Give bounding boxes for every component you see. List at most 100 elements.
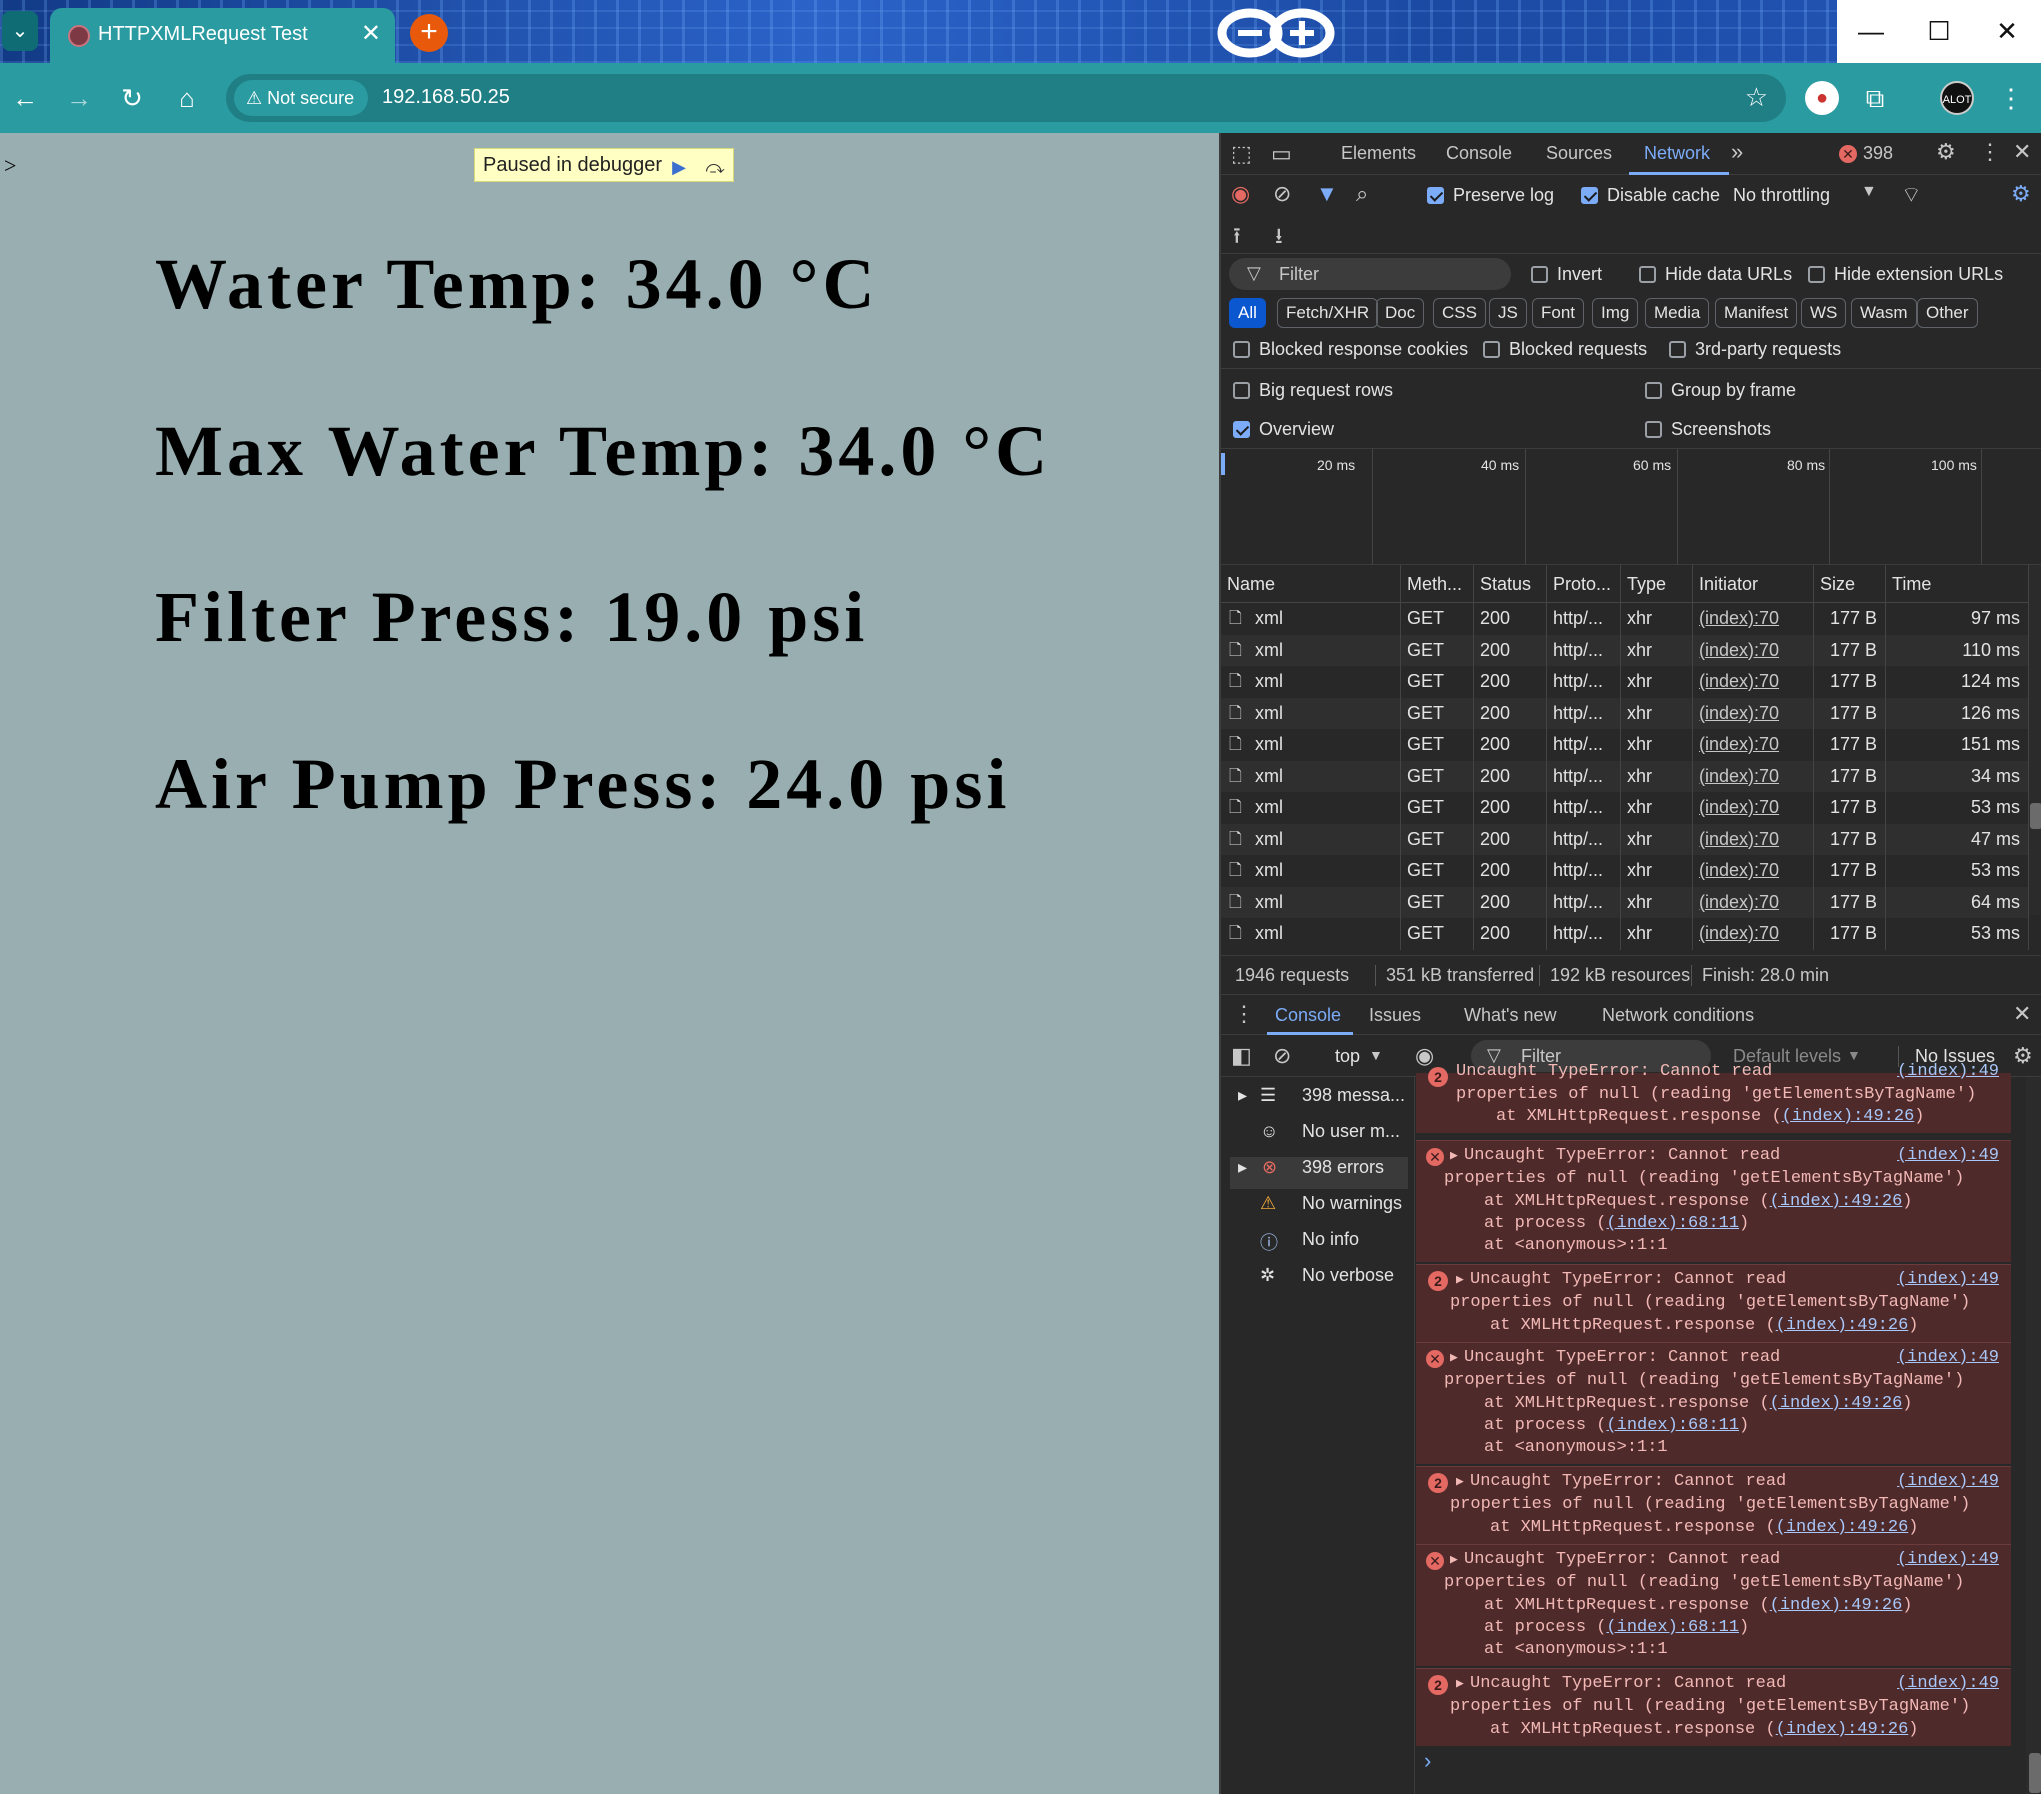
tab-network[interactable]: Network <box>1644 143 1710 164</box>
col-initiator[interactable]: Initiator <box>1693 565 1814 603</box>
col-method[interactable]: Meth... <box>1401 565 1474 603</box>
stack-link[interactable]: (index):49:26 <box>1770 1192 1903 1211</box>
cell-initiator[interactable]: (index):70 <box>1693 886 1814 918</box>
error-source-link[interactable]: (index):49 <box>1897 1061 1999 1084</box>
cell-initiator[interactable]: (index):70 <box>1693 603 1814 635</box>
back-icon[interactable]: ← <box>8 81 42 115</box>
third-party-checkbox[interactable] <box>1669 341 1686 358</box>
stack-link[interactable]: (index):49:26 <box>1782 1107 1915 1126</box>
forward-icon[interactable]: → <box>62 81 96 115</box>
expand-triangle-icon[interactable]: ▶ <box>1450 1347 1458 1370</box>
col-type[interactable]: Type <box>1621 565 1693 603</box>
menu-kebab-icon[interactable]: ⋮ <box>1994 81 2028 115</box>
step-over-icon[interactable]: ⤼ <box>699 151 731 179</box>
expand-triangle-icon[interactable]: ▶ <box>1450 1549 1458 1572</box>
drawer-tab-network-conditions[interactable]: Network conditions <box>1602 1005 1754 1026</box>
type-filter-media[interactable]: Media <box>1645 298 1710 328</box>
stack-link[interactable]: (index):68:11 <box>1606 1416 1739 1435</box>
table-row[interactable]: 🗋 xml GET 200 http/... xhr (index):70 177 B 64 m… <box>1221 886 2029 918</box>
device-toolbar-icon[interactable]: ▭ <box>1271 141 1292 167</box>
hide-data-urls-checkbox[interactable] <box>1639 266 1656 283</box>
profile-avatar[interactable]: ALOT <box>1940 81 1974 115</box>
tab-search-button[interactable]: ⌄ <box>2 11 38 51</box>
table-row[interactable]: 🗋 xml GET 200 http/... xhr (index):70 177 B 47 m… <box>1221 823 2029 855</box>
error-source-link[interactable]: (index):49 <box>1897 1673 1999 1696</box>
blocked-cookies-checkbox[interactable] <box>1233 341 1250 358</box>
tab-sources[interactable]: Sources <box>1546 143 1612 164</box>
extensions-puzzle-icon[interactable]: ⧉ <box>1858 81 1892 115</box>
table-scrollbar-thumb[interactable] <box>2030 803 2041 829</box>
cell-initiator[interactable]: (index):70 <box>1693 760 1814 792</box>
table-row[interactable]: 🗋 xml GET 200 http/... xhr (index):70 177 B 53 m… <box>1221 792 2029 824</box>
console-error-message[interactable]: ✕ ▶ Uncaught TypeError: Cannot read (index)… <box>1416 1140 2011 1262</box>
tab-console[interactable]: Console <box>1446 143 1512 164</box>
type-filter-wasm[interactable]: Wasm <box>1851 298 1917 328</box>
console-prompt[interactable]: › <box>1424 1748 1431 1774</box>
levels-dropdown-icon[interactable]: ▼ <box>1847 1047 1861 1063</box>
drawer-tab-issues[interactable]: Issues <box>1369 1005 1421 1026</box>
drawer-tab-console[interactable]: Console <box>1275 1005 1341 1026</box>
security-chip[interactable]: ⚠ Not secure <box>234 80 369 116</box>
expand-arrow-icon[interactable]: ▸ <box>1238 1157 1247 1178</box>
table-row[interactable]: 🗋 xml GET 200 http/... xhr (index):70 177 B 34 m… <box>1221 760 2029 792</box>
bookmark-star-icon[interactable]: ☆ <box>1745 82 1768 113</box>
expand-triangle-icon[interactable]: ▶ <box>1450 1145 1458 1168</box>
timeline-left-handle[interactable] <box>1221 453 1225 475</box>
col-protocol[interactable]: Proto... <box>1547 565 1621 603</box>
filter-input[interactable]: ▽ Filter <box>1229 258 1511 290</box>
type-filter-img[interactable]: Img <box>1592 298 1639 328</box>
console-error-message[interactable]: 2 ▶ Uncaught TypeError: Cannot read (index)… <box>1416 1264 2011 1342</box>
console-error-message[interactable]: ✕ ▶ Uncaught TypeError: Cannot read (index)… <box>1416 1342 2011 1464</box>
network-overview-timeline[interactable]: 20 ms 40 ms 60 ms 80 ms 100 ms <box>1221 449 2041 565</box>
stack-link[interactable]: (index):49:26 <box>1776 1316 1909 1335</box>
clear-console-icon[interactable]: ⊘ <box>1273 1043 1291 1069</box>
drawer-menu-icon[interactable]: ⋮ <box>1233 1001 1255 1027</box>
error-source-link[interactable]: (index):49 <box>1897 1347 1999 1370</box>
home-icon[interactable]: ⌂ <box>170 81 204 115</box>
import-har-icon[interactable]: ⭱ <box>1233 219 1241 257</box>
context-select[interactable]: top <box>1335 1046 1360 1067</box>
cell-initiator[interactable]: (index):70 <box>1693 823 1814 855</box>
context-dropdown-icon[interactable]: ▼ <box>1369 1047 1383 1063</box>
col-name[interactable]: Name <box>1221 565 1401 603</box>
cell-initiator[interactable]: (index):70 <box>1693 792 1814 824</box>
error-source-link[interactable]: (index):49 <box>1897 1549 1999 1572</box>
close-window-button[interactable]: ✕ <box>1973 0 2041 63</box>
tab-close-icon[interactable]: ✕ <box>361 19 381 48</box>
stack-link[interactable]: (index):68:11 <box>1606 1214 1739 1233</box>
cell-initiator[interactable]: (index):70 <box>1693 729 1814 761</box>
resume-icon[interactable]: ▶ <box>663 151 695 179</box>
more-tabs-icon[interactable]: » <box>1731 139 1743 165</box>
console-error-message[interactable]: 2 Uncaught TypeError: Cannot read (index):… <box>1416 1062 2011 1133</box>
type-filter-doc[interactable]: Doc <box>1376 298 1425 328</box>
expand-arrow-icon[interactable]: ▸ <box>1238 1085 1247 1106</box>
group-by-frame-checkbox[interactable] <box>1645 382 1662 399</box>
expand-triangle-icon[interactable]: ▶ <box>1456 1471 1464 1494</box>
table-row[interactable]: 🗋 xml GET 200 http/... xhr (index):70 177 B 124 … <box>1221 666 2029 698</box>
type-filter-other[interactable]: Other <box>1917 298 1978 328</box>
address-bar[interactable]: ⚠ Not secure 192.168.50.25 ☆ <box>226 74 1786 122</box>
type-filter-js[interactable]: JS <box>1489 298 1527 328</box>
disable-cache-checkbox[interactable] <box>1581 187 1598 204</box>
col-status[interactable]: Status <box>1474 565 1547 603</box>
devtools-menu-icon[interactable]: ⋮ <box>1979 139 2001 165</box>
console-error-message[interactable]: 2 ▶ Uncaught TypeError: Cannot read (index)… <box>1416 1466 2011 1544</box>
blocked-requests-checkbox[interactable] <box>1483 341 1500 358</box>
search-icon[interactable]: ⌕ <box>1356 181 1368 207</box>
overview-checkbox[interactable] <box>1233 421 1250 438</box>
reload-icon[interactable]: ↻ <box>115 81 149 115</box>
stack-link[interactable]: (index):49:26 <box>1770 1394 1903 1413</box>
type-filter-css[interactable]: CSS <box>1433 298 1486 328</box>
new-tab-button[interactable]: + <box>410 14 448 52</box>
cell-initiator[interactable]: (index):70 <box>1693 697 1814 729</box>
invert-checkbox[interactable] <box>1531 266 1548 283</box>
table-row[interactable]: 🗋 xml GET 200 http/... xhr (index):70 177 B 126 … <box>1221 697 2029 729</box>
table-scrollbar[interactable] <box>2029 565 2041 915</box>
console-error-message[interactable]: ✕ ▶ Uncaught TypeError: Cannot read (index)… <box>1416 1544 2011 1666</box>
hide-extension-urls-checkbox[interactable] <box>1808 266 1825 283</box>
table-row[interactable]: 🗋 xml GET 200 http/... xhr (index):70 177 B 110 … <box>1221 634 2029 666</box>
filter-funnel-icon[interactable]: ▼ <box>1316 181 1338 207</box>
stack-link[interactable]: (index):49:26 <box>1776 1720 1909 1739</box>
preserve-log-checkbox[interactable] <box>1427 187 1444 204</box>
error-source-link[interactable]: (index):49 <box>1897 1269 1999 1292</box>
